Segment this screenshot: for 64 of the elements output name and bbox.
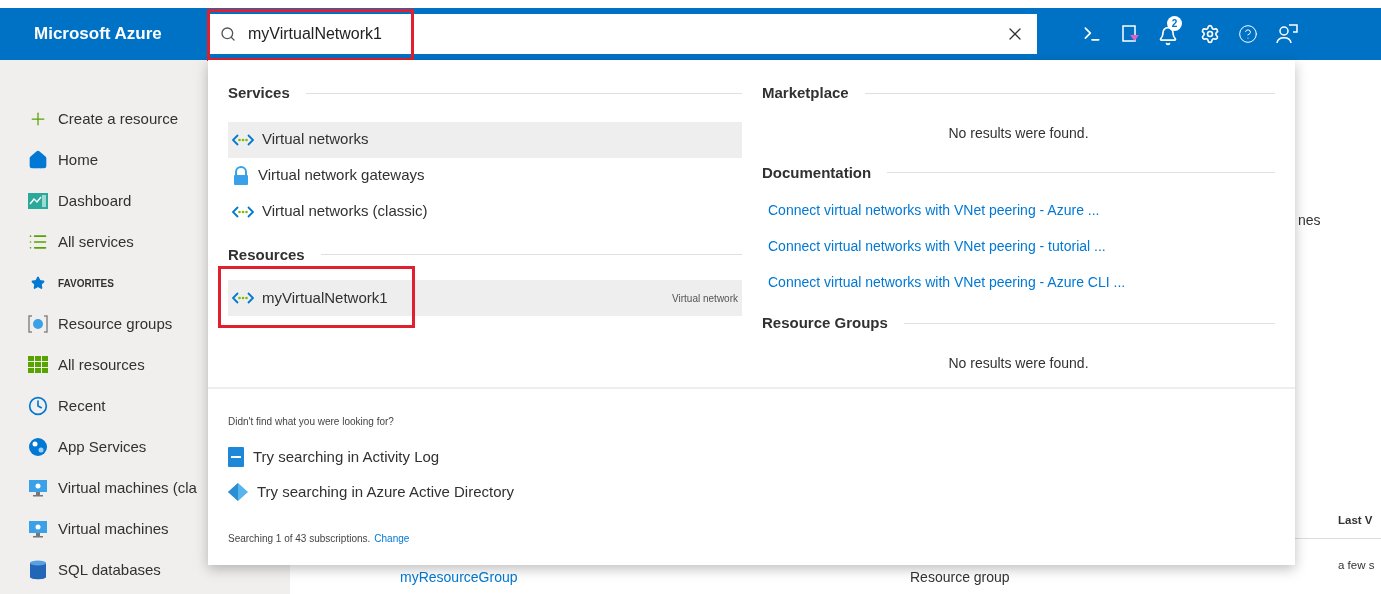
database-icon (29, 560, 47, 580)
search-suggestion-link[interactable]: Try searching in Azure Active Directory (257, 480, 515, 504)
section-heading: Services (228, 83, 290, 103)
diamond-icon (228, 483, 248, 501)
result-item[interactable]: Virtual networks (228, 121, 742, 158)
clock-icon (28, 396, 48, 416)
monitor-icon (28, 520, 48, 538)
filter-icon[interactable] (1120, 24, 1140, 44)
result-item[interactable]: Virtual networks (classic) (228, 193, 742, 230)
result-item[interactable]: Virtual network gateways (228, 157, 742, 194)
sidebar-item[interactable]: SQL databases (58, 558, 161, 582)
section-heading: Resource Groups (762, 313, 888, 333)
sidebar-item[interactable]: App Services (58, 435, 147, 459)
sidebar-item[interactable]: All services (58, 230, 134, 254)
dashboard-icon (28, 193, 48, 209)
help-prompt: Didn't find what you were looking for? (228, 415, 395, 429)
status-text: Searching 1 of 43 subscriptions. (228, 532, 371, 546)
search-icon (220, 26, 236, 42)
result-item[interactable]: myVirtualNetwork1 Virtual network (228, 280, 742, 316)
network-icon (232, 204, 254, 219)
documentation-link[interactable]: Connect virtual networks with VNet peering - tutorial ... (768, 236, 1275, 257)
network-icon (232, 132, 254, 147)
sidebar-item[interactable]: Resource groups (58, 312, 173, 336)
table-cell-text: Resource group (910, 568, 1010, 587)
documentation-link[interactable]: Connect virtual networks with VNet peering - Azure ... (768, 200, 1275, 221)
sidebar-item[interactable]: Create a resource (58, 107, 179, 131)
sidebar-item[interactable]: Virtual machines (cla (58, 476, 197, 500)
section-heading: Documentation (762, 162, 872, 183)
notification-badge: 2 (1167, 16, 1182, 31)
sidebar-item[interactable]: Home (58, 148, 98, 172)
star-icon (31, 276, 45, 290)
network-icon (232, 291, 254, 305)
home-icon (28, 150, 48, 170)
background-text: nes (1298, 211, 1321, 230)
terminal-icon[interactable] (1082, 24, 1102, 44)
brand-title: Microsoft Azure (33, 23, 163, 46)
empty-message: No results were found. (947, 353, 1090, 373)
sidebar-item[interactable]: All resources (58, 353, 145, 377)
lock-icon (232, 165, 250, 186)
sidebar-item[interactable]: Dashboard (58, 189, 132, 213)
section-heading: Resources (228, 244, 305, 265)
bell-icon[interactable] (1158, 26, 1178, 46)
list-icon (28, 232, 48, 252)
sidebar-item[interactable]: Virtual machines (58, 517, 169, 541)
table-cell-text: a few s (1338, 558, 1375, 573)
documentation-link[interactable]: Connect virtual networks with VNet peering - Azure CLI ... (768, 272, 1275, 293)
monitor-icon (28, 479, 48, 497)
sidebar-item[interactable]: FAVORITES (58, 275, 114, 291)
column-heading: Last V (1338, 513, 1373, 528)
help-icon[interactable] (1238, 24, 1258, 44)
change-link[interactable]: Change (374, 531, 410, 546)
resource-group-icon (28, 315, 48, 333)
search-suggestion-link[interactable]: Try searching in Activity Log (253, 445, 440, 469)
grid-icon (28, 356, 48, 374)
book-icon (228, 447, 244, 467)
resource-group-link[interactable]: myResourceGroup (400, 567, 518, 588)
empty-message: No results were found. (947, 123, 1090, 143)
settings-icon[interactable] (1200, 24, 1220, 44)
globe-icon (28, 437, 48, 457)
feedback-icon[interactable] (1276, 23, 1298, 45)
resource-type: Virtual network (672, 291, 738, 306)
search-field[interactable]: myVirtualNetwork1 (208, 14, 1037, 54)
section-heading: Marketplace (762, 83, 849, 103)
sidebar-item[interactable]: Recent (58, 394, 106, 418)
